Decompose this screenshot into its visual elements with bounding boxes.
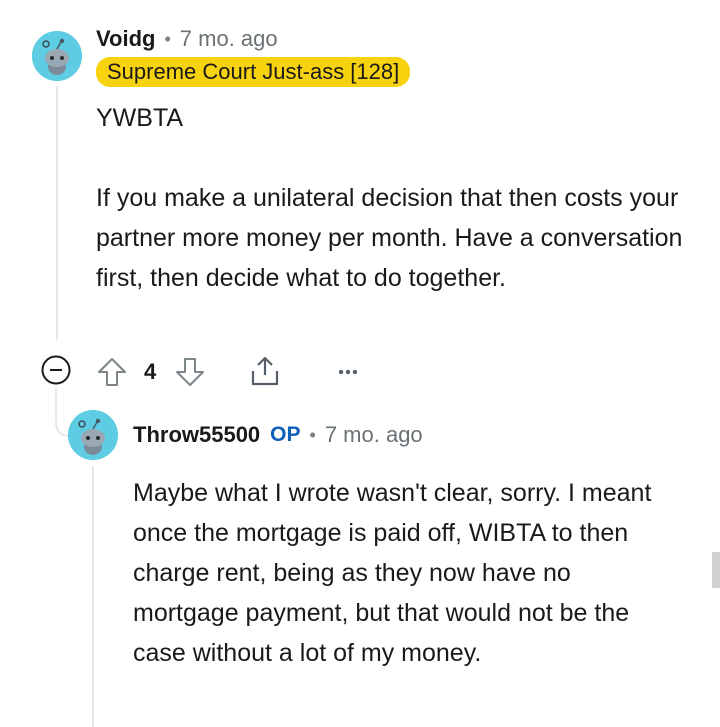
username[interactable]: Throw55500 (133, 422, 260, 448)
snoo-avatar-icon (32, 31, 82, 81)
downvote-icon (176, 358, 204, 386)
collapse-button[interactable] (39, 353, 73, 387)
scrollbar-thumb[interactable] (712, 552, 720, 588)
comment-meta: Voidg • 7 mo. ago (96, 26, 278, 52)
timestamp: 7 mo. ago (179, 26, 278, 51)
username[interactable]: Voidg (96, 26, 155, 52)
reply-body: Maybe what I wrote wasn't clear, sorry. … (133, 473, 663, 673)
meta-separator: • (309, 424, 316, 445)
upvote-button[interactable] (94, 355, 130, 389)
meta-separator: • (164, 28, 171, 49)
downvote-button[interactable] (172, 355, 208, 389)
comment-body: YWBTA If you make a unilateral decision … (96, 98, 686, 298)
reply-meta: Throw55500 OP • 7 mo. ago (133, 422, 423, 448)
avatar[interactable] (32, 31, 82, 81)
share-button[interactable] (247, 353, 283, 389)
more-options-button[interactable] (333, 360, 363, 384)
user-flair: Supreme Court Just-ass [128] (96, 57, 411, 87)
comment-paragraph: YWBTA (96, 104, 184, 132)
share-icon (251, 356, 279, 386)
more-icon (338, 369, 358, 375)
thread-line[interactable] (92, 466, 94, 727)
upvote-icon (98, 358, 126, 386)
op-badge: OP (270, 423, 301, 446)
thread-line[interactable] (56, 86, 58, 340)
collapse-icon (41, 355, 71, 385)
snoo-avatar-icon (68, 410, 118, 460)
timestamp: 7 mo. ago (324, 422, 423, 447)
vote-count: 4 (144, 359, 157, 384)
avatar[interactable] (68, 410, 118, 460)
reply-paragraph: Maybe what I wrote wasn't clear, sorry. … (133, 479, 652, 667)
comment-paragraph: If you make a unilateral decision that t… (96, 184, 683, 292)
